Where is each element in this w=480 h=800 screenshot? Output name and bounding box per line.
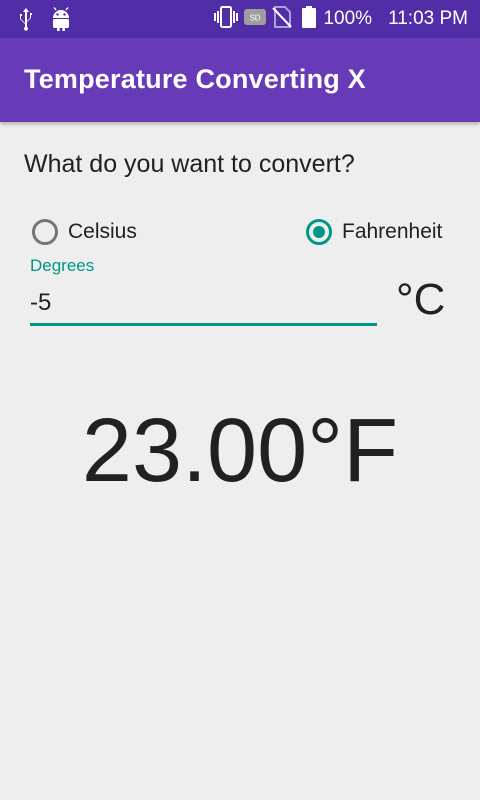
app-bar: Temperature Converting X	[0, 38, 480, 122]
fahrenheit-label: Fahrenheit	[342, 220, 443, 243]
celsius-label: Celsius	[68, 220, 137, 243]
input-unit-label: °C	[396, 275, 446, 324]
status-bar: SD 100% 11:03 PM	[0, 0, 480, 38]
battery-icon	[302, 5, 317, 33]
radio-unchecked-icon	[32, 219, 58, 245]
usb-icon	[18, 7, 34, 36]
sd-card-icon: SD	[244, 8, 267, 30]
vibrate-icon	[214, 5, 239, 33]
svg-text:SD: SD	[250, 13, 261, 22]
fahrenheit-radio[interactable]: Fahrenheit	[306, 215, 442, 249]
android-icon	[50, 7, 72, 36]
app-title: Temperature Converting X	[24, 64, 366, 94]
clock: 11:03 PM	[388, 8, 468, 29]
degrees-input[interactable]	[30, 282, 377, 326]
no-sim-icon	[272, 5, 293, 33]
result-display: 23.00°F	[81, 401, 399, 501]
radio-checked-icon	[306, 219, 332, 245]
celsius-radio[interactable]: Celsius	[32, 215, 137, 249]
question-label: What do you want to convert?	[24, 150, 355, 178]
battery-percent: 100%	[323, 8, 373, 29]
degrees-label: Degrees	[30, 256, 95, 275]
